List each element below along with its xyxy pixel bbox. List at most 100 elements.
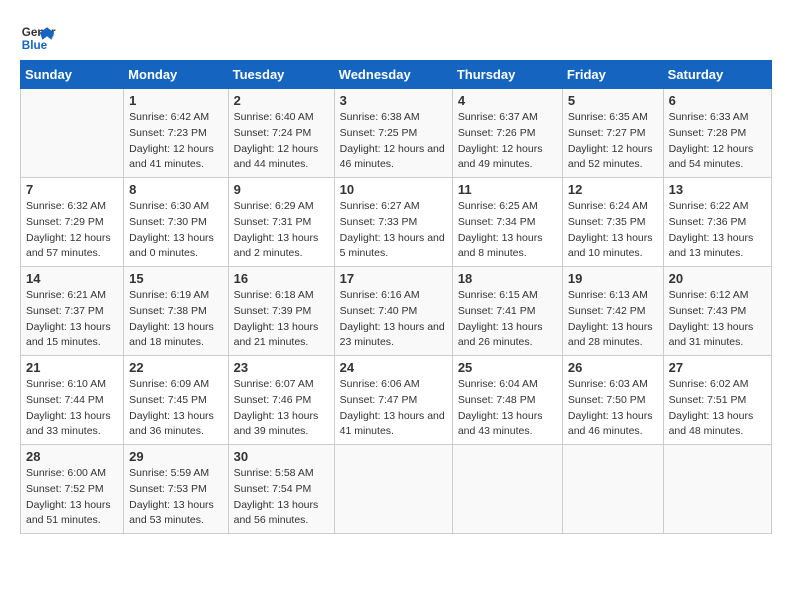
- calendar-cell: 21Sunrise: 6:10 AMSunset: 7:44 PMDayligh…: [21, 356, 124, 445]
- day-info: Sunrise: 5:58 AMSunset: 7:54 PMDaylight:…: [234, 466, 329, 529]
- day-number: 24: [340, 360, 447, 375]
- day-number: 30: [234, 449, 329, 464]
- week-row-3: 14 Sunrise: 6:21 AMSunset: 7:37 PMDayligh…: [21, 267, 772, 356]
- week-row-4: 21Sunrise: 6:10 AMSunset: 7:44 PMDayligh…: [21, 356, 772, 445]
- day-number: 16: [234, 271, 329, 286]
- day-info: Sunrise: 6:27 AMSunset: 7:33 PMDaylight:…: [340, 199, 447, 262]
- calendar-cell: 15 Sunrise: 6:19 AMSunset: 7:38 PMDayligh…: [124, 267, 228, 356]
- calendar-cell: 11 Sunrise: 6:25 AMSunset: 7:34 PMDayligh…: [452, 178, 562, 267]
- svg-text:Blue: Blue: [22, 39, 48, 52]
- day-number: 11: [458, 182, 557, 197]
- calendar-cell: 6 Sunrise: 6:33 AMSunset: 7:28 PMDaylight…: [663, 89, 771, 178]
- calendar-cell: 14 Sunrise: 6:21 AMSunset: 7:37 PMDayligh…: [21, 267, 124, 356]
- calendar-cell: [663, 445, 771, 534]
- weekday-header-saturday: Saturday: [663, 61, 771, 89]
- logo: General Blue: [20, 20, 56, 56]
- calendar-cell: 9 Sunrise: 6:29 AMSunset: 7:31 PMDaylight…: [228, 178, 334, 267]
- calendar-cell: 17 Sunrise: 6:16 AMSunset: 7:40 PMDayligh…: [334, 267, 452, 356]
- day-number: 23: [234, 360, 329, 375]
- day-number: 18: [458, 271, 557, 286]
- day-info: Sunrise: 6:15 AMSunset: 7:41 PMDaylight:…: [458, 288, 557, 351]
- day-info: Sunrise: 6:06 AMSunset: 7:47 PMDaylight:…: [340, 377, 447, 440]
- day-info: Sunrise: 6:21 AMSunset: 7:37 PMDaylight:…: [26, 288, 118, 351]
- day-number: 21: [26, 360, 118, 375]
- day-number: 6: [669, 93, 766, 108]
- day-info: Sunrise: 6:07 AMSunset: 7:46 PMDaylight:…: [234, 377, 329, 440]
- day-info: Sunrise: 6:30 AMSunset: 7:30 PMDaylight:…: [129, 199, 222, 262]
- calendar-cell: [334, 445, 452, 534]
- day-info: Sunrise: 6:18 AMSunset: 7:39 PMDaylight:…: [234, 288, 329, 351]
- day-number: 22: [129, 360, 222, 375]
- day-number: 14: [26, 271, 118, 286]
- calendar-cell: 27 Sunrise: 6:02 AMSunset: 7:51 PMDayligh…: [663, 356, 771, 445]
- calendar-cell: 3Sunrise: 6:38 AMSunset: 7:25 PMDaylight…: [334, 89, 452, 178]
- calendar-cell: 30 Sunrise: 5:58 AMSunset: 7:54 PMDayligh…: [228, 445, 334, 534]
- calendar-cell: 8 Sunrise: 6:30 AMSunset: 7:30 PMDaylight…: [124, 178, 228, 267]
- day-number: 20: [669, 271, 766, 286]
- calendar-cell: 2 Sunrise: 6:40 AMSunset: 7:24 PMDaylight…: [228, 89, 334, 178]
- day-number: 8: [129, 182, 222, 197]
- day-number: 19: [568, 271, 658, 286]
- calendar-cell: 20 Sunrise: 6:12 AMSunset: 7:43 PMDayligh…: [663, 267, 771, 356]
- day-info: Sunrise: 6:25 AMSunset: 7:34 PMDaylight:…: [458, 199, 557, 262]
- day-number: 7: [26, 182, 118, 197]
- calendar-cell: 26Sunrise: 6:03 AMSunset: 7:50 PMDayligh…: [562, 356, 663, 445]
- calendar-cell: 22 Sunrise: 6:09 AMSunset: 7:45 PMDayligh…: [124, 356, 228, 445]
- calendar-cell: 5 Sunrise: 6:35 AMSunset: 7:27 PMDaylight…: [562, 89, 663, 178]
- week-row-5: 28 Sunrise: 6:00 AMSunset: 7:52 PMDayligh…: [21, 445, 772, 534]
- day-number: 26: [568, 360, 658, 375]
- day-info: Sunrise: 6:00 AMSunset: 7:52 PMDaylight:…: [26, 466, 118, 529]
- logo-icon: General Blue: [20, 20, 56, 56]
- calendar-cell: 28 Sunrise: 6:00 AMSunset: 7:52 PMDayligh…: [21, 445, 124, 534]
- day-info: Sunrise: 6:35 AMSunset: 7:27 PMDaylight:…: [568, 110, 658, 173]
- day-number: 25: [458, 360, 557, 375]
- day-number: 29: [129, 449, 222, 464]
- day-info: Sunrise: 6:33 AMSunset: 7:28 PMDaylight:…: [669, 110, 766, 173]
- day-info: Sunrise: 6:02 AMSunset: 7:51 PMDaylight:…: [669, 377, 766, 440]
- week-row-2: 7 Sunrise: 6:32 AMSunset: 7:29 PMDaylight…: [21, 178, 772, 267]
- day-info: Sunrise: 6:09 AMSunset: 7:45 PMDaylight:…: [129, 377, 222, 440]
- day-number: 17: [340, 271, 447, 286]
- calendar-cell: 18 Sunrise: 6:15 AMSunset: 7:41 PMDayligh…: [452, 267, 562, 356]
- calendar-table: SundayMondayTuesdayWednesdayThursdayFrid…: [20, 60, 772, 534]
- calendar-cell: 24 Sunrise: 6:06 AMSunset: 7:47 PMDayligh…: [334, 356, 452, 445]
- day-info: Sunrise: 6:19 AMSunset: 7:38 PMDaylight:…: [129, 288, 222, 351]
- day-info: Sunrise: 5:59 AMSunset: 7:53 PMDaylight:…: [129, 466, 222, 529]
- day-number: 15: [129, 271, 222, 286]
- day-info: Sunrise: 6:24 AMSunset: 7:35 PMDaylight:…: [568, 199, 658, 262]
- header: General Blue: [20, 20, 772, 56]
- day-info: Sunrise: 6:40 AMSunset: 7:24 PMDaylight:…: [234, 110, 329, 173]
- calendar-cell: [452, 445, 562, 534]
- day-number: 10: [340, 182, 447, 197]
- day-number: 9: [234, 182, 329, 197]
- day-number: 13: [669, 182, 766, 197]
- calendar-cell: 4Sunrise: 6:37 AMSunset: 7:26 PMDaylight…: [452, 89, 562, 178]
- day-info: Sunrise: 6:42 AMSunset: 7:23 PMDaylight:…: [129, 110, 222, 173]
- day-info: Sunrise: 6:32 AMSunset: 7:29 PMDaylight:…: [26, 199, 118, 262]
- calendar-cell: 1 Sunrise: 6:42 AMSunset: 7:23 PMDaylight…: [124, 89, 228, 178]
- weekday-header-tuesday: Tuesday: [228, 61, 334, 89]
- calendar-cell: 10 Sunrise: 6:27 AMSunset: 7:33 PMDayligh…: [334, 178, 452, 267]
- day-info: Sunrise: 6:38 AMSunset: 7:25 PMDaylight:…: [340, 110, 447, 173]
- day-info: Sunrise: 6:12 AMSunset: 7:43 PMDaylight:…: [669, 288, 766, 351]
- weekday-header-sunday: Sunday: [21, 61, 124, 89]
- calendar-cell: 16 Sunrise: 6:18 AMSunset: 7:39 PMDayligh…: [228, 267, 334, 356]
- calendar-cell: [21, 89, 124, 178]
- day-info: Sunrise: 6:29 AMSunset: 7:31 PMDaylight:…: [234, 199, 329, 262]
- day-number: 2: [234, 93, 329, 108]
- weekday-header-thursday: Thursday: [452, 61, 562, 89]
- day-number: 12: [568, 182, 658, 197]
- weekday-header-wednesday: Wednesday: [334, 61, 452, 89]
- day-info: Sunrise: 6:13 AMSunset: 7:42 PMDaylight:…: [568, 288, 658, 351]
- calendar-cell: 7 Sunrise: 6:32 AMSunset: 7:29 PMDaylight…: [21, 178, 124, 267]
- day-number: 5: [568, 93, 658, 108]
- week-row-1: 1 Sunrise: 6:42 AMSunset: 7:23 PMDaylight…: [21, 89, 772, 178]
- calendar-cell: 25Sunrise: 6:04 AMSunset: 7:48 PMDayligh…: [452, 356, 562, 445]
- day-number: 1: [129, 93, 222, 108]
- day-number: 27: [669, 360, 766, 375]
- calendar-cell: 12 Sunrise: 6:24 AMSunset: 7:35 PMDayligh…: [562, 178, 663, 267]
- calendar-cell: 23 Sunrise: 6:07 AMSunset: 7:46 PMDayligh…: [228, 356, 334, 445]
- day-number: 28: [26, 449, 118, 464]
- day-info: Sunrise: 6:16 AMSunset: 7:40 PMDaylight:…: [340, 288, 447, 351]
- day-info: Sunrise: 6:37 AMSunset: 7:26 PMDaylight:…: [458, 110, 557, 173]
